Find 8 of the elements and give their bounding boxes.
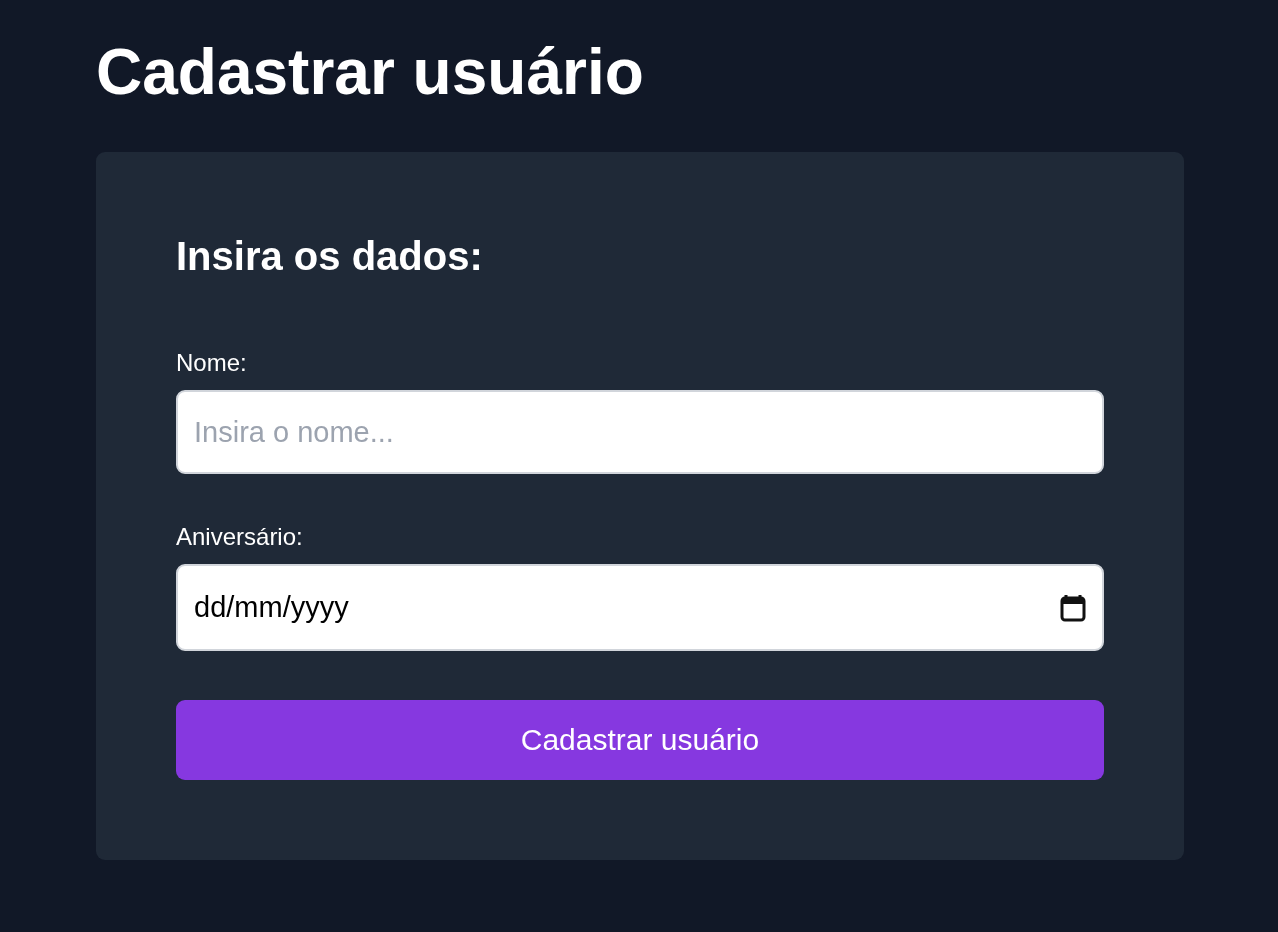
field-label: Aniversário:: [176, 522, 303, 552]
field-label: Nome:: [176, 348, 247, 378]
submit-button[interactable]: Cadastrar usuário: [176, 700, 1104, 780]
calendar-icon[interactable]: [1060, 593, 1086, 622]
date-input[interactable]: dd/mm/yyyy: [176, 564, 1104, 651]
name-input[interactable]: Insira o nome...: [176, 390, 1104, 474]
page-title: Cadastrar usuário: [96, 35, 645, 110]
form-heading: Insira os dados:: [176, 233, 484, 280]
